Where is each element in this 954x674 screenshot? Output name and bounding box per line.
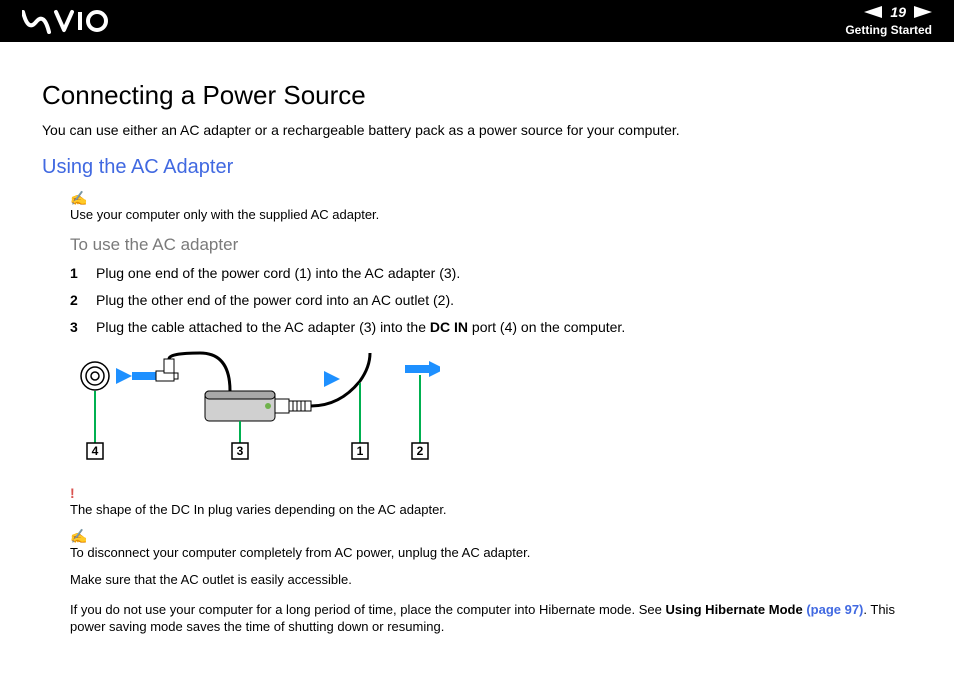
callout-1: 1 xyxy=(357,444,364,458)
callout-2: 2 xyxy=(417,444,424,458)
page-content: Connecting a Power Source You can use ei… xyxy=(0,42,954,668)
page-number: 19 xyxy=(888,3,908,22)
step-item: 2 Plug the other end of the power cord i… xyxy=(70,291,908,310)
step-text: Plug the cable attached to the AC adapte… xyxy=(96,318,625,337)
prev-page-arrow-icon[interactable] xyxy=(864,6,882,18)
vaio-logo xyxy=(22,8,110,39)
note-hibernate: If you do not use your computer for a lo… xyxy=(70,601,908,636)
procedure-heading: To use the AC adapter xyxy=(70,234,908,257)
note-outlet: Make sure that the AC outlet is easily a… xyxy=(70,571,908,589)
subheading: Using the AC Adapter xyxy=(42,154,908,181)
step-text: Plug one end of the power cord (1) into … xyxy=(96,264,460,283)
step-item: 3 Plug the cable attached to the AC adap… xyxy=(70,318,908,337)
caution-icon: ! xyxy=(70,486,908,500)
note-icon: ✍ xyxy=(70,529,908,543)
callout-3: 3 xyxy=(237,444,244,458)
note-block-1: ✍ Use your computer only with the suppli… xyxy=(70,191,908,224)
note-text: Use your computer only with the supplied… xyxy=(70,206,908,224)
callout-4: 4 xyxy=(92,444,99,458)
caution-block: ! The shape of the DC In plug varies dep… xyxy=(70,486,908,519)
page-nav: 19 Getting Started xyxy=(845,3,932,38)
header-bar: 19 Getting Started xyxy=(0,0,954,42)
intro-text: You can use either an AC adapter or a re… xyxy=(42,121,908,140)
note-block-2: ✍ To disconnect your computer completely… xyxy=(70,529,908,562)
step-item: 1 Plug one end of the power cord (1) int… xyxy=(70,264,908,283)
hibernate-page-link[interactable]: (page 97) xyxy=(806,602,863,617)
page-title: Connecting a Power Source xyxy=(42,78,908,113)
step-number: 2 xyxy=(70,291,96,310)
steps-list: 1 Plug one end of the power cord (1) int… xyxy=(70,264,908,337)
ac-adapter-diagram: 4 3 1 2 xyxy=(70,351,908,476)
section-name: Getting Started xyxy=(845,22,932,38)
hibernate-link-label: Using Hibernate Mode xyxy=(665,602,806,617)
note-text: To disconnect your computer completely f… xyxy=(70,544,908,562)
step-number: 1 xyxy=(70,264,96,283)
step-number: 3 xyxy=(70,318,96,337)
next-page-arrow-icon[interactable] xyxy=(914,6,932,18)
step-text: Plug the other end of the power cord int… xyxy=(96,291,454,310)
note-icon: ✍ xyxy=(70,191,908,205)
caution-text: The shape of the DC In plug varies depen… xyxy=(70,501,908,519)
